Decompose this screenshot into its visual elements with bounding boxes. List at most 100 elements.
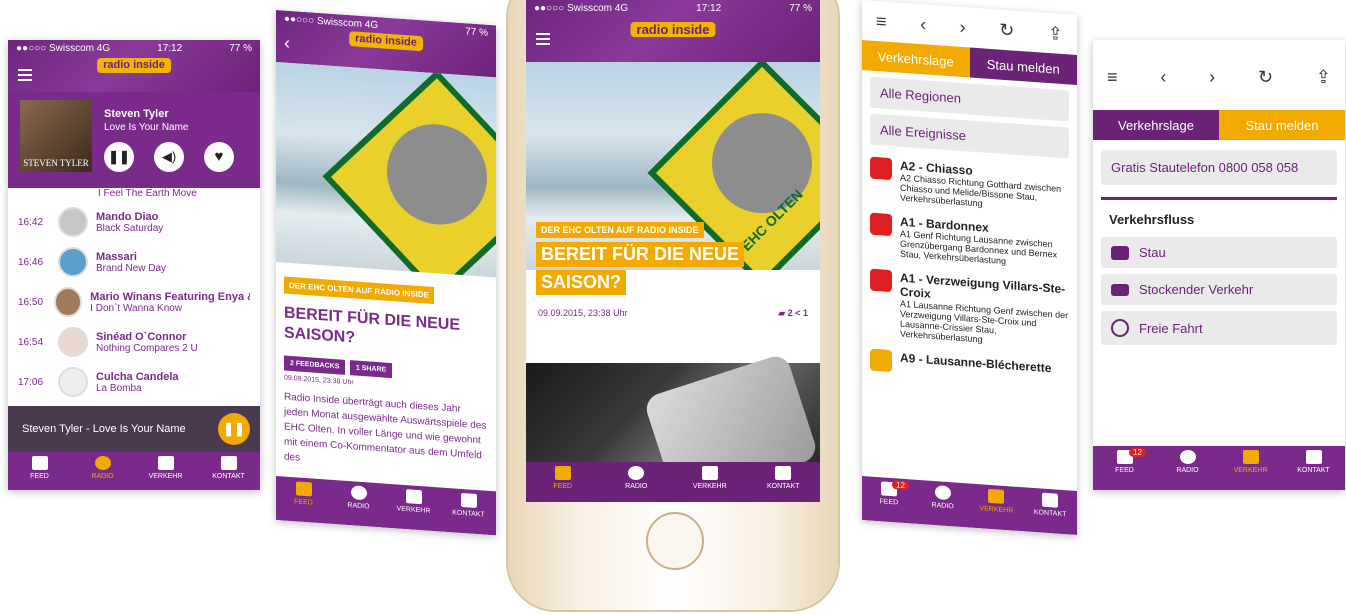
tab-radio[interactable]: RADIO [600,462,674,502]
tab-stau-melden[interactable]: Stau melden [1219,110,1345,140]
tab-stau-melden[interactable]: Stau melden [969,47,1077,86]
carrier: ●●○○○ Swisscom 4G [16,43,111,54]
tab-kontakt[interactable]: KONTAKT [1282,446,1345,490]
tab-label: FEED [879,498,899,507]
mini-pause-button[interactable]: ❚❚ [218,413,250,445]
tab-verkehr[interactable]: VERKEHR [134,452,197,490]
battery: 77 % [465,26,488,39]
song-title: Black Saturday [96,222,164,234]
option-freie-fahrt[interactable]: Freie Fahrt [1101,311,1337,345]
tab-label: KONTAKT [766,483,800,490]
album-cover: STEVEN TYLER [20,100,92,172]
tab-kontakt[interactable]: KONTAKT [1023,487,1077,535]
list-item[interactable]: A1 - Verzweigung Villars-Ste-Croix A1 Lau… [862,262,1077,357]
tab-verkehr[interactable]: VERKEHR [1219,446,1282,490]
radio-icon [1179,450,1196,464]
tab-feed[interactable]: FEED [276,476,331,524]
back-arrow-icon[interactable]: ‹ [284,33,290,54]
tab-verkehr[interactable]: VERKEHR [673,462,747,502]
tab-verkehr[interactable]: VERKEHR [386,484,441,532]
song-title: Nothing Compares 2 U [96,342,198,354]
tab-feed[interactable]: FEED [526,462,600,502]
feed-card[interactable]: SAISON? 09.09.2015, 23:38 Uhr ▰ 2 < 1 [526,270,820,363]
list-item[interactable]: 16:50 Mario Winans Featuring Enya & PI Do… [18,282,250,322]
tab-verkehrslage[interactable]: Verkehrslage [862,40,970,78]
play-time: 16:42 [18,216,44,228]
list-item[interactable]: 16:54 Sinéad O`Connor Nothing Compares 2 U [18,322,250,362]
list-item[interactable]: 16:42 Mando Diao Black Saturday [18,202,250,242]
tab-verkehr[interactable]: VERKEHR [970,484,1024,532]
hotline-button[interactable]: Gratis Stautelefon 0800 058 058 [1101,150,1337,185]
tab-radio[interactable]: RADIO [1156,446,1219,490]
tab-feed[interactable]: 12 FEED [862,476,916,524]
tab-feed[interactable]: FEED [8,452,71,490]
share-count: 1 [802,308,808,318]
screen-traffic: ≡ ‹ › ↻ ⇪ Verkehrslage Stau melden Alle … [862,0,1077,536]
chat-icon [460,492,477,509]
menu-icon[interactable]: ≡ [876,10,887,32]
list-item[interactable]: 16:46 Massari Brand New Day [18,242,250,282]
artist-avatar [58,207,88,237]
back-icon[interactable]: ‹ [920,14,926,35]
song-title: I Don`t Wanna Know [90,302,183,314]
mini-player[interactable]: Steven Tyler - Love Is Your Name ❚❚ [8,406,260,452]
tab-feed[interactable]: 12 FEED [1093,446,1156,490]
feed-headline-line1: BEREIT FÜR DIE NEUE [536,242,745,267]
menu-icon[interactable] [536,30,550,48]
incident-title: A9 - Lausanne-Blécherette [900,350,1052,376]
like-button[interactable]: ♥ [204,142,234,172]
artist-name: Culcha Candela [96,370,179,383]
tab-label: VERKEHR [1233,467,1268,474]
chat-icon [220,456,237,470]
menu-icon[interactable] [18,66,32,84]
tab-label: RADIO [347,501,370,511]
forward-icon[interactable]: › [1209,67,1215,88]
battery: 77 % [229,43,252,54]
feed-image: EHC OLTEN DER EHC OLTEN AUF RADIO INSIDE… [526,62,820,270]
radio-inside-logo: radio inside [630,22,716,37]
artist-name: Sinéad O`Connor [96,330,187,343]
tab-kontakt[interactable]: KONTAKT [441,488,496,536]
reload-icon[interactable]: ↻ [1258,67,1273,88]
slow-traffic-icon [870,348,892,373]
tab-kontakt[interactable]: KONTAKT [747,462,821,502]
tab-label: VERKEHR [396,505,431,515]
no-restriction-icon [1111,319,1129,337]
volume-button[interactable]: ◀) [154,142,184,172]
reload-icon[interactable]: ↻ [999,19,1014,41]
radio-inside-logo: radio inside [97,58,171,73]
back-icon[interactable]: ‹ [1160,67,1166,88]
radio-icon [628,466,645,480]
forward-icon[interactable]: › [960,16,966,37]
option-stockender-verkehr[interactable]: Stockender Verkehr [1101,274,1337,305]
share-button[interactable]: 1 SHARE [349,360,393,379]
tab-label: FEED [294,498,313,507]
ehc-olten-emblem [322,69,496,278]
chat-icon [1305,450,1322,464]
tab-radio[interactable]: RADIO [71,452,134,490]
article-image [276,62,496,278]
status-bar: ●●○○○ Swisscom 4G 17:12 77 % [526,0,820,17]
artist-name: Mario Winans Featuring Enya & P [90,290,250,303]
app-header: ●●○○○ Swisscom 4G 17:12 77 % radio insid… [8,40,260,92]
feedbacks-button[interactable]: 2 FEEDBACKS [284,355,346,375]
traffic-jam-icon [1111,245,1129,260]
second-feed-image [526,352,820,502]
radio-icon [94,456,111,470]
share-icon[interactable]: ⇪ [1316,67,1331,88]
tab-radio[interactable]: RADIO [916,480,970,528]
tab-verkehrslage[interactable]: Verkehrslage [1093,110,1219,140]
tab-radio[interactable]: RADIO [331,480,386,528]
pause-button[interactable]: ❚❚ [104,142,134,172]
option-stau[interactable]: Stau [1101,237,1337,268]
article-tag: DER EHC OLTEN AUF RADIO INSIDE [284,276,435,305]
menu-icon[interactable]: ≡ [1107,67,1118,88]
article-headline: BEREIT FÜR DIE NEUE SAISON? [284,304,461,347]
home-button[interactable] [646,512,704,570]
playlist-partial-item: I Feel The Earth Move [98,188,197,199]
tab-label: VERKEHR [692,483,727,490]
tab-kontakt[interactable]: KONTAKT [197,452,260,490]
share-icon[interactable]: ⇪ [1048,22,1063,44]
tab-label: FEED [1115,467,1134,474]
list-item[interactable]: 17:06 Culcha Candela La Bomba [18,362,250,402]
